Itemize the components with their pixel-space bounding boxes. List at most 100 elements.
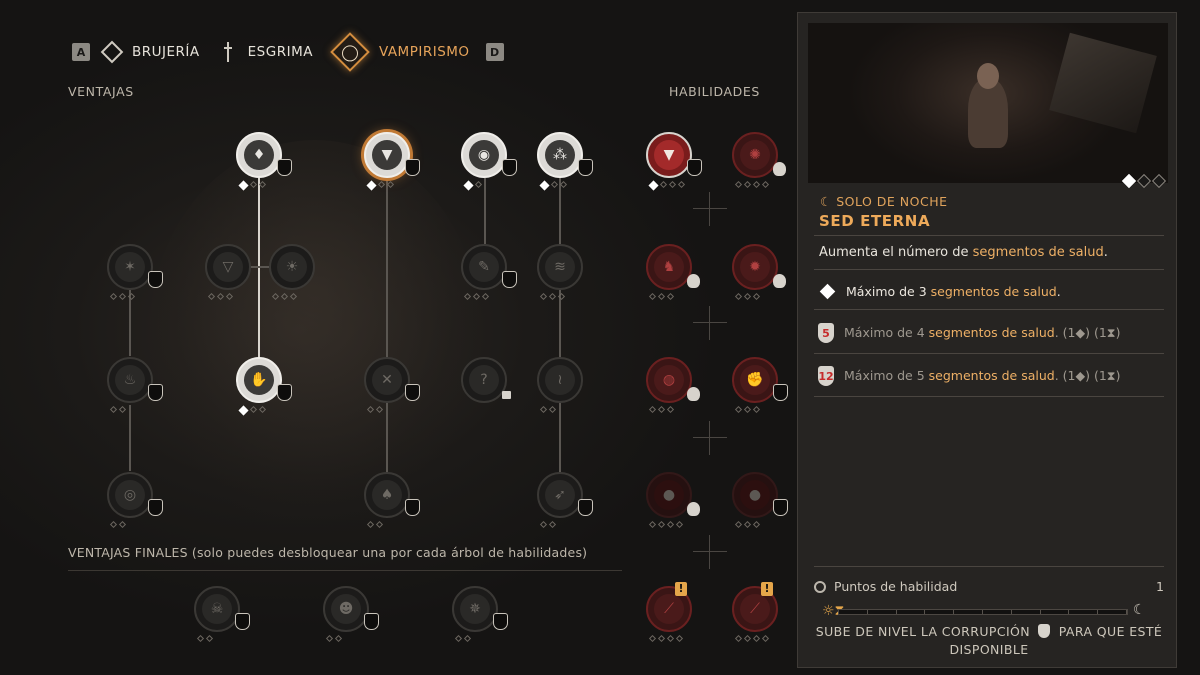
- final-perks-heading: VENTAJAS FINALES (solo puedes desbloquea…: [68, 545, 588, 560]
- perk-node-sed-eterna[interactable]: ▼: [364, 132, 420, 191]
- corruption-cup-icon: 12: [818, 366, 834, 386]
- fangs-badge-icon: [277, 384, 292, 401]
- tier-prefix: Máximo de 4: [844, 325, 929, 340]
- panel-divider: [814, 309, 1164, 310]
- skull-icon: [687, 387, 700, 401]
- ability-node-blood-fangs[interactable]: ▼: [646, 132, 702, 191]
- preview-page-dot[interactable]: [1121, 173, 1137, 189]
- tree-connector: [249, 266, 269, 268]
- perk-node-slash[interactable]: ≋: [537, 244, 583, 301]
- panel-divider: [814, 396, 1164, 397]
- tree-connector: [129, 405, 131, 471]
- final-perk-demon-face[interactable]: ☻: [323, 586, 379, 643]
- tab-label: VAMPIRISMO: [378, 44, 470, 60]
- fangs-badge-icon: [773, 384, 788, 401]
- required-level: 12: [818, 369, 834, 383]
- tier-suffix: .: [1054, 368, 1059, 383]
- fangs-badge-icon: [235, 613, 250, 630]
- panel-divider: [814, 269, 1164, 270]
- perk-node-hand[interactable]: ✋: [236, 357, 292, 416]
- fangs-badge-icon: [148, 271, 163, 288]
- skull-icon: [687, 274, 700, 288]
- perk-node-blood-drop[interactable]: ♦: [236, 132, 292, 191]
- alert-icon: !: [761, 582, 773, 596]
- perk-node-claw[interactable]: ✶: [107, 244, 163, 301]
- skill-tier-3[interactable]: 12 Máximo de 5 segmentos de salud. (1◆) …: [814, 356, 1164, 396]
- moon-icon: ☾: [1133, 602, 1146, 618]
- tier-prefix: Máximo de 3: [846, 283, 931, 299]
- skill-points-label: Puntos de habilidad: [834, 579, 958, 594]
- perk-node-sun-eye[interactable]: ☀: [269, 244, 315, 301]
- tab-esgrima[interactable]: ESGRIMA: [216, 40, 313, 64]
- fangs-badge-icon: [578, 159, 593, 176]
- skill-point-icon: [814, 581, 826, 593]
- fangs-badge-icon: [687, 159, 702, 176]
- fangs-badge-icon: [773, 499, 788, 516]
- next-tab-key[interactable]: D: [485, 43, 504, 61]
- ability-node-hound[interactable]: ♞: [646, 244, 700, 301]
- perk-node-cog-eye[interactable]: ◎: [107, 472, 163, 529]
- preview-character-head: [977, 63, 999, 89]
- ability-node-vortex[interactable]: ◍: [646, 357, 700, 414]
- ability-divider-cross: [693, 306, 727, 340]
- level-up-message: SUBE DE NIVEL LA CORRUPCIÓN PARA QUE EST…: [814, 623, 1164, 659]
- level-msg-part: SUBE DE NIVEL LA CORRUPCIÓN: [815, 624, 1031, 639]
- prev-tab-key[interactable]: A: [72, 43, 90, 61]
- fangs-badge-icon: [148, 499, 163, 516]
- alert-icon: !: [675, 582, 687, 596]
- perk-node-claw-marks[interactable]: ≀: [537, 357, 583, 414]
- desc-text: .: [1103, 245, 1108, 260]
- fangs-badge-icon: [148, 384, 163, 401]
- skull-icon: [687, 502, 700, 516]
- tier-text: Máximo de 5 segmentos de salud. (1◆) (1⧗…: [844, 368, 1120, 384]
- tree-connector: [386, 178, 388, 518]
- unlocked-diamond-icon: [819, 283, 836, 299]
- perk-node-bite[interactable]: ✎: [461, 244, 517, 301]
- tree-connector: [258, 178, 260, 378]
- perk-node-eye[interactable]: ◉: [461, 132, 517, 191]
- tier-cost: (1◆) (1⧗): [1062, 368, 1121, 383]
- tier-suffix: .: [1056, 283, 1061, 299]
- abilities-heading: HABILIDADES: [669, 84, 760, 99]
- skill-tier-1[interactable]: Máximo de 3 segmentos de salud.: [814, 271, 1164, 311]
- ability-divider-cross: [693, 535, 727, 569]
- tree-connector: [559, 178, 561, 518]
- skill-tag-label: SOLO DE NOCHE: [836, 194, 948, 209]
- skill-points-label-wrap: Puntos de habilidad: [814, 579, 957, 594]
- vampire-fangs-icon: [329, 31, 371, 73]
- preview-page-dot[interactable]: [1136, 173, 1152, 189]
- required-level: 5: [822, 326, 830, 340]
- tab-brujeria[interactable]: BRUJERÍA: [100, 40, 200, 64]
- ability-node-dark-orb[interactable]: ●: [646, 472, 700, 529]
- ability-node-bat-swarm[interactable]: ✺: [732, 132, 786, 189]
- fangs-badge-icon: [364, 613, 379, 630]
- ability-divider-cross: [693, 192, 727, 226]
- perk-node-drop-burst[interactable]: ♠: [364, 472, 420, 529]
- ability-divider-cross: [693, 421, 727, 455]
- witchcraft-icon: [100, 40, 124, 64]
- perk-node-fangs[interactable]: ▽: [205, 244, 251, 301]
- preview-page-dot[interactable]: [1151, 173, 1167, 189]
- ability-node-claw-strike[interactable]: ✊: [732, 357, 788, 414]
- final-perk-star-sigil[interactable]: ✵: [452, 586, 508, 643]
- ability-node-dark-sigil[interactable]: ●: [732, 472, 788, 529]
- fangs-badge-icon: [502, 159, 517, 176]
- corruption-progress-bar: [838, 609, 1128, 615]
- skill-preview-video[interactable]: [808, 23, 1168, 183]
- fangs-badge-icon: [277, 159, 292, 176]
- question-icon: ?: [469, 365, 499, 395]
- perk-node-crossed-blades[interactable]: ✕: [364, 357, 420, 414]
- ability-node-blood-burst[interactable]: ✹: [732, 244, 786, 301]
- final-perk-skull[interactable]: ☠: [194, 586, 250, 643]
- perk-node-blood-drops[interactable]: ⁂: [537, 132, 593, 191]
- perk-node-wing[interactable]: ➶: [537, 472, 593, 529]
- fangs-badge-icon: [578, 499, 593, 516]
- tier-highlight: segmentos de salud: [928, 368, 1055, 383]
- tier-cost: (1◆) (1⧗): [1062, 325, 1121, 340]
- perk-node-locked[interactable]: ?: [461, 357, 511, 403]
- desc-text: Aumenta el número de: [819, 245, 973, 260]
- perk-node-fire[interactable]: ♨: [107, 357, 163, 414]
- tab-label: ESGRIMA: [247, 44, 313, 60]
- skill-tier-2[interactable]: 5 Máximo de 4 segmentos de salud. (1◆) (…: [814, 313, 1164, 353]
- tab-vampirismo[interactable]: VAMPIRISMO: [329, 31, 470, 73]
